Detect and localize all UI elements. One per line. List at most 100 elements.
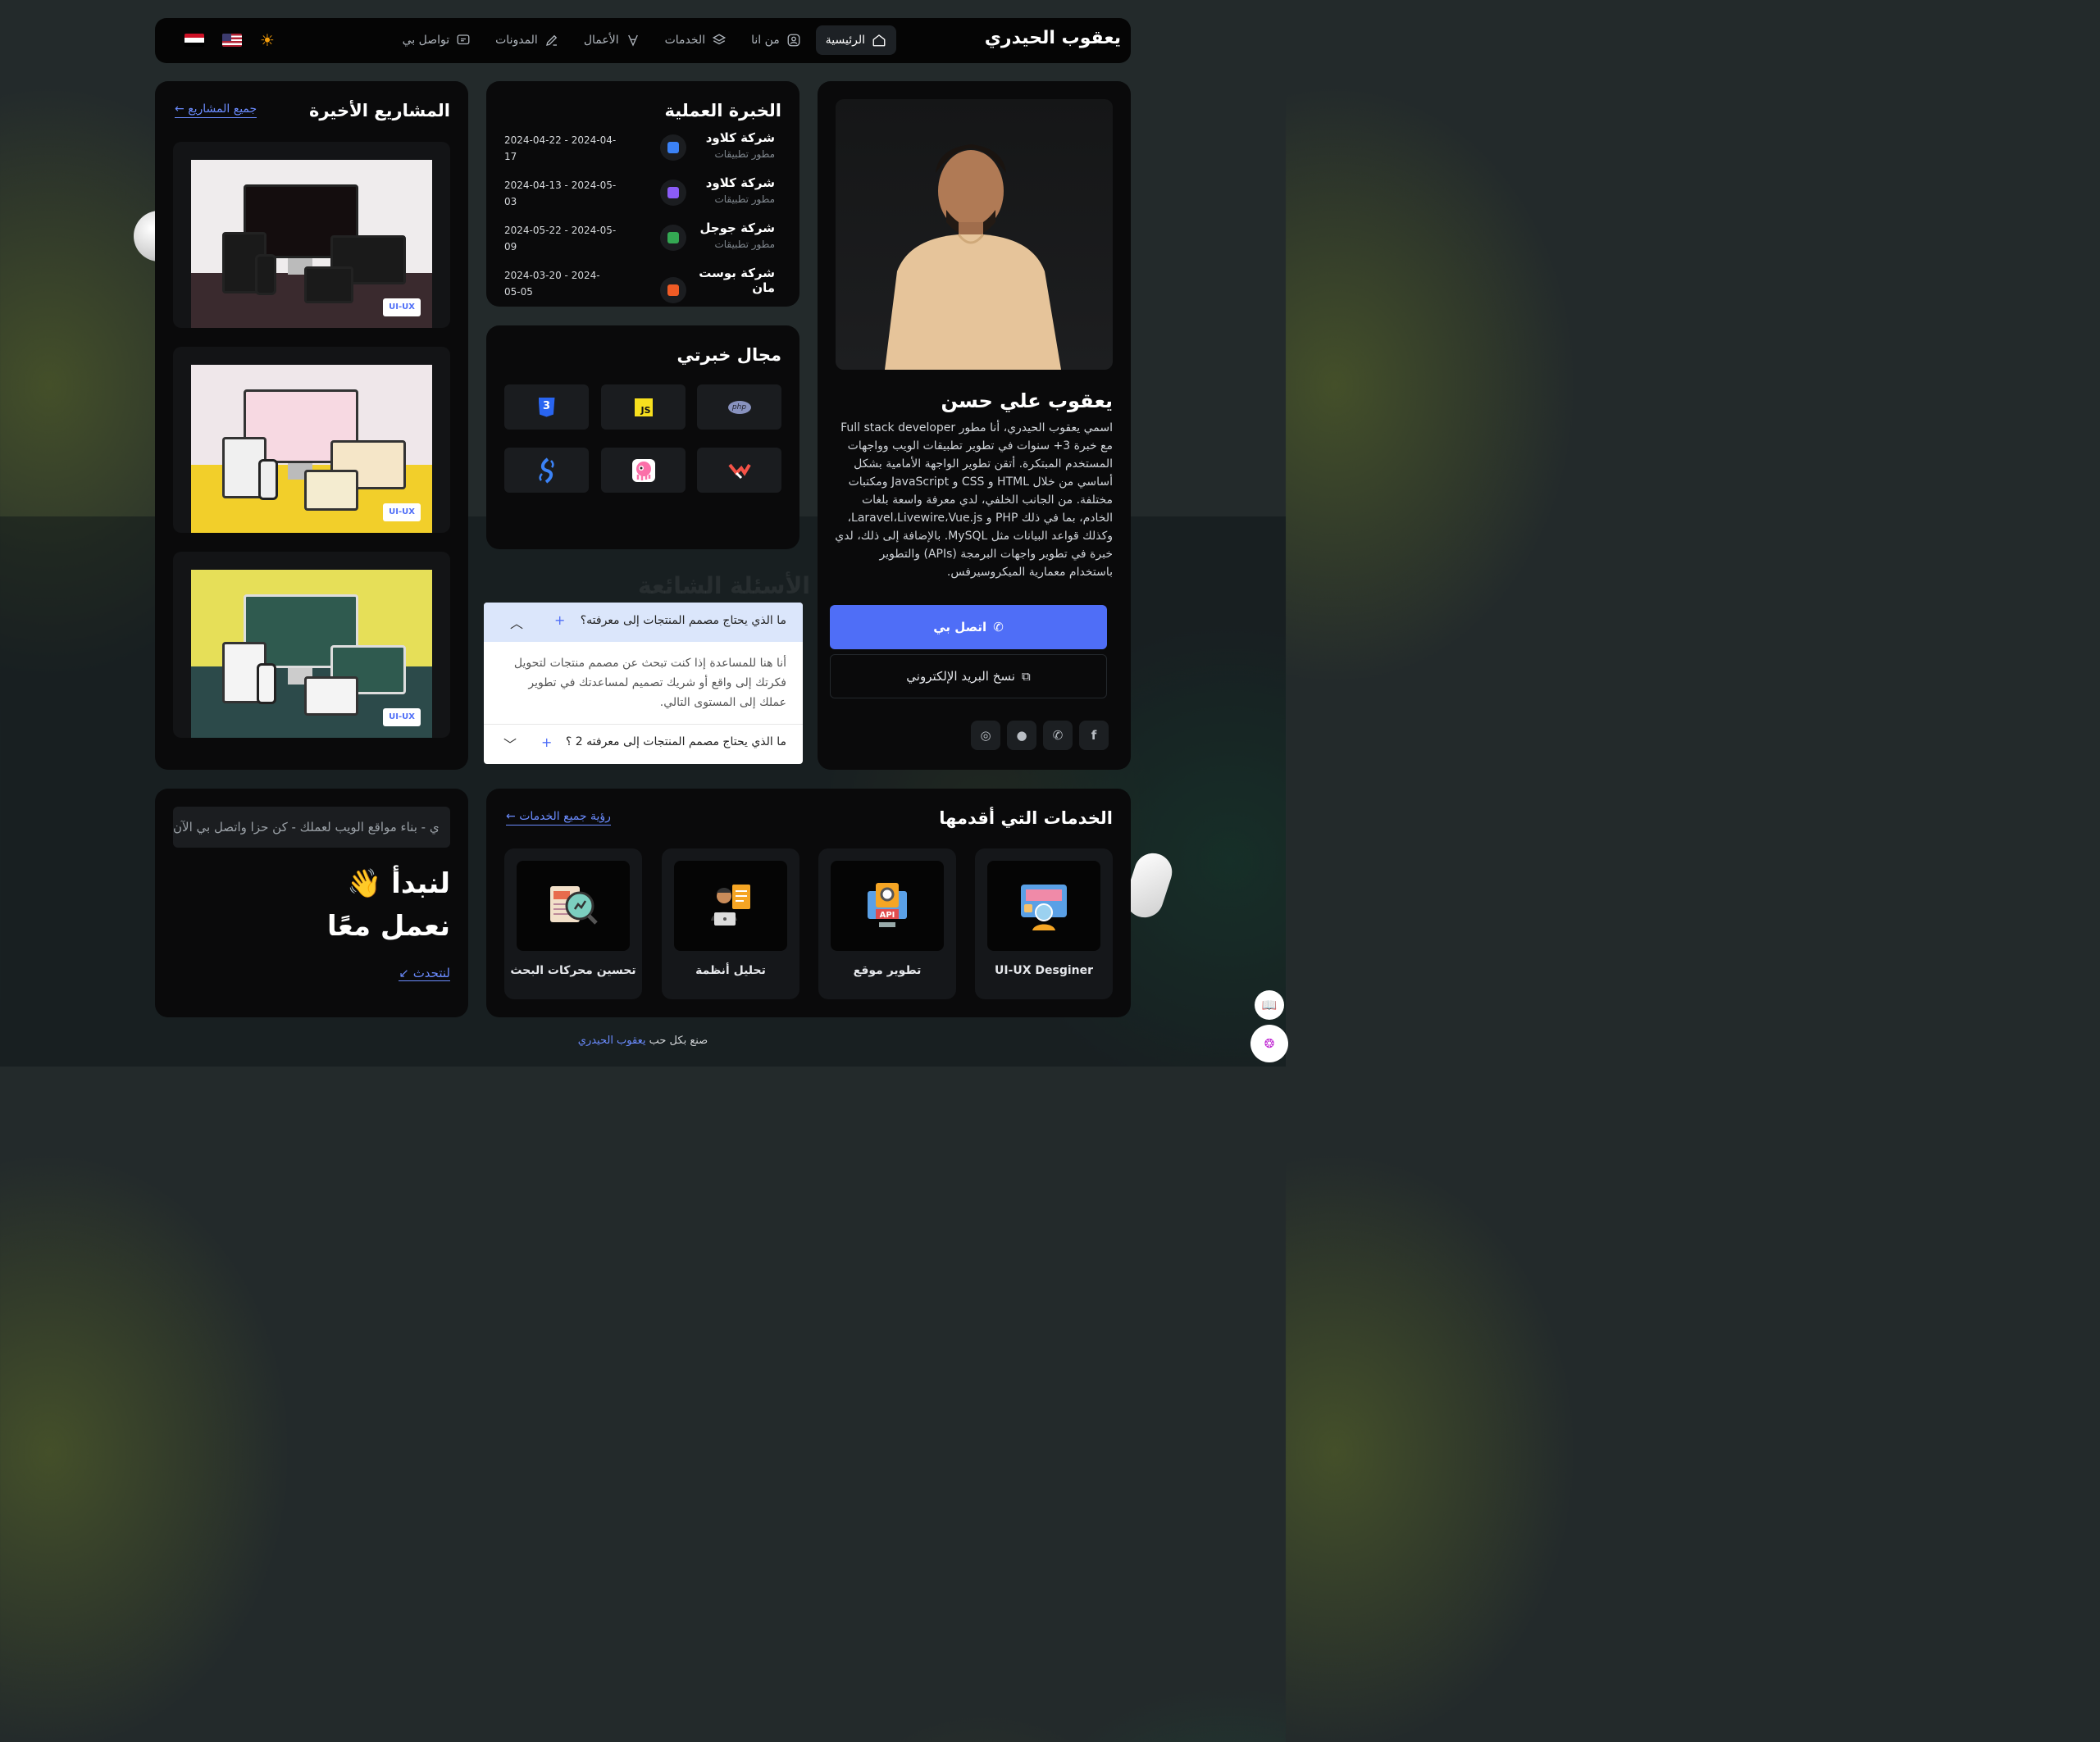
layers-icon (712, 34, 727, 45)
brand-title[interactable]: يعقوب الحيدري (985, 28, 1121, 48)
footer-text: صنع بكل حب (649, 1035, 708, 1047)
svg-text:API: API (880, 911, 895, 920)
nav-item-blogs[interactable]: المدونات (485, 25, 569, 55)
book-icon[interactable]: 📖 (1255, 990, 1284, 1020)
company-role: مطور تطبيقات (714, 239, 775, 250)
services-card: الخدمات التي أقدمها رؤية جميع الخدمات ← … (486, 789, 1131, 1017)
contact-me-button[interactable]: ✆ اتصل بي (830, 605, 1107, 649)
whatsapp-icon[interactable]: ✆ (1043, 721, 1073, 750)
service-card[interactable]: تحسين محركات البحث (504, 848, 642, 999)
nav-tools: ☀ (184, 32, 276, 48)
nav-item-label: الرئيسية (825, 34, 865, 47)
nav-menu: الرئيسية من انا الخدمات الأعمال المدونات… (393, 25, 896, 55)
marquee-banner: ي - بناء مواقع الويب لعملك - كن حزا واتص… (173, 807, 450, 848)
brush-icon (627, 34, 638, 47)
arrow-icon: ← (506, 810, 516, 823)
faq-item-open[interactable]: ما الذي يحتاج مصمم المنتجات إلى معرفته؟ … (484, 603, 803, 642)
project-tag: UI-UX (383, 708, 421, 726)
experience-item: شركة جوجل مطور تطبيقات 2024-05-22 - 2024… (504, 221, 783, 262)
profile-card: يعقوب علي حسن اسمي يعقوب الحيدري، أنا مط… (818, 81, 1131, 770)
profile-name: يعقوب علي حسن (941, 389, 1114, 412)
plus-icon: + (541, 735, 553, 750)
lets-talk-link[interactable]: لنتحدث ↙ (399, 966, 450, 981)
nav-item-label: المدونات (495, 34, 538, 47)
us-flag-icon[interactable] (222, 34, 242, 47)
company-logo-icon (660, 180, 686, 206)
facebook-icon[interactable]: f (1079, 721, 1109, 750)
experience-item: شركة بوست مان 2024-03-20 - 2024-05-05 (504, 266, 783, 307)
home-icon (872, 34, 886, 47)
instagram-icon[interactable]: ◎ (971, 721, 1000, 750)
service-label: تطوير موقع (853, 964, 922, 977)
all-services-link[interactable]: رؤية جميع الخدمات ← (506, 810, 611, 826)
php-icon: php (697, 384, 781, 430)
company-logo-icon (660, 277, 686, 303)
contact-me-label: اتصل بي (933, 620, 987, 634)
phone-icon: ✆ (993, 620, 1004, 634)
nav-item-contact[interactable]: تواصل بي (393, 25, 481, 55)
company-role: مطور تطبيقات (714, 148, 775, 160)
analyst-icon (674, 861, 787, 951)
skills-card: مجال خبرتي php JS 3 (486, 325, 799, 549)
project-card[interactable]: UI-UX (173, 552, 450, 738)
user-icon (787, 34, 800, 47)
nav-item-services[interactable]: الخدمات (655, 25, 737, 55)
projects-card: المشاريع الأخيرة جميع المشاريع ← UI-UX U… (155, 81, 468, 770)
company-name: شركة كلاود (705, 175, 775, 190)
company-logo-icon (660, 225, 686, 251)
service-label: UI-UX Desginer (994, 964, 1094, 977)
chevron-down-icon[interactable]: ﹀ (503, 734, 517, 753)
service-card[interactable]: UI-UX Desginer (975, 848, 1113, 999)
cta-heading-line1: لنبدأ 👋 (347, 867, 450, 900)
service-label: تحسين محركات البحث (510, 964, 636, 977)
experience-title: الخبرة العملية (664, 101, 781, 121)
project-tag: UI-UX (383, 298, 421, 316)
faq-question[interactable]: ما الذي يحتاج مصمم المنتجات إلى معرفته 2… (566, 735, 786, 748)
all-projects-link[interactable]: جميع المشاريع ← (175, 102, 257, 118)
experience-card: الخبرة العملية شركة كلاود مطور تطبيقات 2… (486, 81, 799, 307)
projects-title: المشاريع الأخيرة (308, 101, 450, 121)
nav-item-label: تواصل بي (402, 34, 450, 47)
top-navbar: يعقوب الحيدري الرئيسية من انا الخدمات ال… (155, 18, 1131, 63)
experience-date: 2024-05-22 - 2024-05-09 (504, 225, 617, 252)
nav-item-about[interactable]: من انا (741, 25, 811, 55)
nav-item-works[interactable]: الأعمال (574, 25, 650, 55)
swagger-icon (504, 448, 589, 493)
chevron-up-icon[interactable]: ︿ (510, 612, 523, 632)
cta-heading-line2: نعمل معًا (327, 910, 450, 943)
copy-email-button[interactable]: ⧉ نسخ البريد الإلكتروني (830, 654, 1107, 698)
yemen-flag-icon[interactable] (184, 34, 204, 47)
footer: صنع بكل حب يعقوب الحيدري (0, 1035, 1286, 1047)
experience-date: 2024-04-13 - 2024-05-03 (504, 180, 617, 207)
seo-icon (517, 861, 630, 951)
sun-icon[interactable]: ☀ (260, 32, 276, 48)
laravel-icon (697, 448, 781, 493)
footer-author-link[interactable]: يعقوب الحيدري (578, 1035, 646, 1047)
project-card[interactable]: UI-UX (173, 347, 450, 533)
service-card[interactable]: تحليل أنظمة (662, 848, 799, 999)
pen-icon (545, 34, 558, 46)
github-icon[interactable]: ● (1007, 721, 1036, 750)
copy-icon: ⧉ (1021, 669, 1031, 684)
project-card[interactable]: UI-UX (173, 142, 450, 328)
divider (484, 724, 803, 725)
faq-answer: أنا هنا للمساعدة إذا كنت تبحث عن مصمم من… (513, 657, 786, 709)
brain-icon[interactable]: ❂ (1250, 1025, 1288, 1062)
project-tag: UI-UX (383, 503, 421, 521)
nav-item-label: من انا (751, 34, 780, 47)
nav-item-home[interactable]: الرئيسية (815, 25, 896, 55)
service-card[interactable]: API تطوير موقع (818, 848, 956, 999)
message-icon (457, 34, 470, 45)
experience-item: شركة كلاود مطور تطبيقات 2024-04-22 - 202… (504, 130, 783, 171)
faq-title: الأسئلة الشائعة (638, 572, 810, 599)
company-name: شركة كلاود (705, 130, 775, 145)
faq-question: ما الذي يحتاج مصمم المنتجات إلى معرفته؟ (580, 614, 786, 627)
services-title: الخدمات التي أقدمها (939, 808, 1113, 828)
profile-photo (836, 99, 1113, 370)
arrow-down-left-icon: ↙ (399, 966, 409, 980)
social-links: ◎ ● ✆ f (971, 721, 1109, 750)
service-label: تحليل أنظمة (695, 964, 766, 977)
company-name: شركة بوست مان (699, 266, 775, 295)
plus-icon: + (554, 612, 566, 628)
company-name: شركة جوجل (699, 221, 775, 235)
